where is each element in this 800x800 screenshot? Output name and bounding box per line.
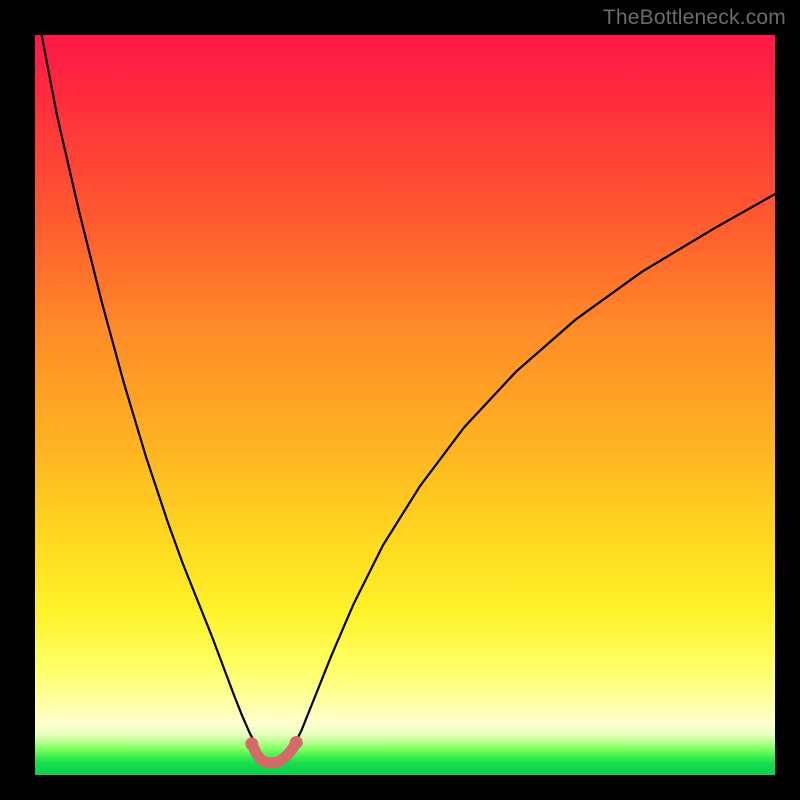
watermark-text: TheBottleneck.com: [603, 6, 786, 30]
chart-svg: [35, 35, 775, 775]
bottleneck-curve: [42, 35, 775, 763]
sweet-spot-marker: [245, 736, 302, 763]
chart-frame: TheBottleneck.com: [0, 0, 800, 800]
chart-plot-area: [35, 35, 775, 775]
